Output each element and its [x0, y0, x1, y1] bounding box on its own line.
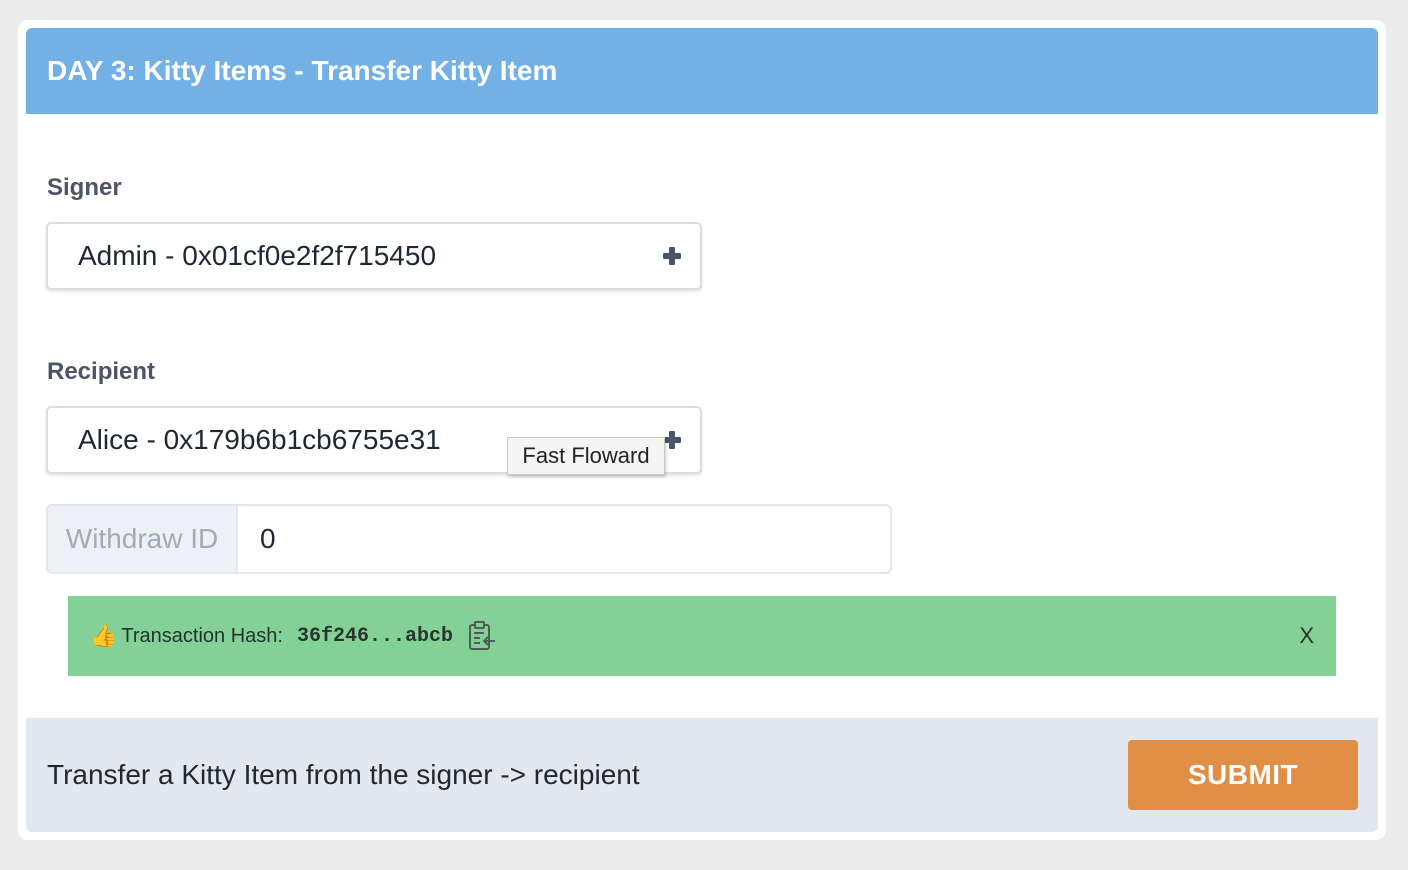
transaction-alert: 👍 Transaction Hash: 36f246...abcb X [68, 596, 1336, 676]
card-footer: Transfer a Kitty Item from the signer ->… [26, 718, 1378, 832]
signer-select[interactable]: Admin - 0x01cf0e2f2f715450 [46, 222, 702, 290]
signer-value: Admin - 0x01cf0e2f2f715450 [78, 240, 437, 271]
withdraw-id-group: Withdraw ID [46, 504, 892, 574]
withdraw-id-input[interactable] [238, 506, 890, 572]
recipient-label: Recipient [47, 358, 156, 385]
close-alert-button[interactable]: X [1299, 623, 1314, 649]
card-header: DAY 3: Kitty Items - Transfer Kitty Item [26, 28, 1378, 114]
plus-icon[interactable] [662, 430, 682, 450]
submit-button[interactable]: SUBMIT [1128, 740, 1358, 810]
tooltip: Fast Floward [507, 437, 665, 475]
withdraw-id-addon: Withdraw ID [48, 506, 238, 572]
page-title: DAY 3: Kitty Items - Transfer Kitty Item [47, 55, 558, 86]
transaction-card: DAY 3: Kitty Items - Transfer Kitty Item… [18, 20, 1386, 840]
footer-description: Transfer a Kitty Item from the signer ->… [47, 759, 640, 790]
tooltip-text: Fast Floward [522, 443, 650, 468]
signer-label: Signer [47, 174, 122, 201]
transaction-hash-label: Transaction Hash: [121, 624, 283, 647]
recipient-value: Alice - 0x179b6b1cb6755e31 [78, 424, 441, 455]
clipboard-icon[interactable] [467, 620, 497, 652]
transaction-hash-value: 36f246...abcb [296, 624, 453, 648]
thumbs-up-icon: 👍 [90, 623, 118, 648]
plus-icon[interactable] [662, 246, 682, 266]
